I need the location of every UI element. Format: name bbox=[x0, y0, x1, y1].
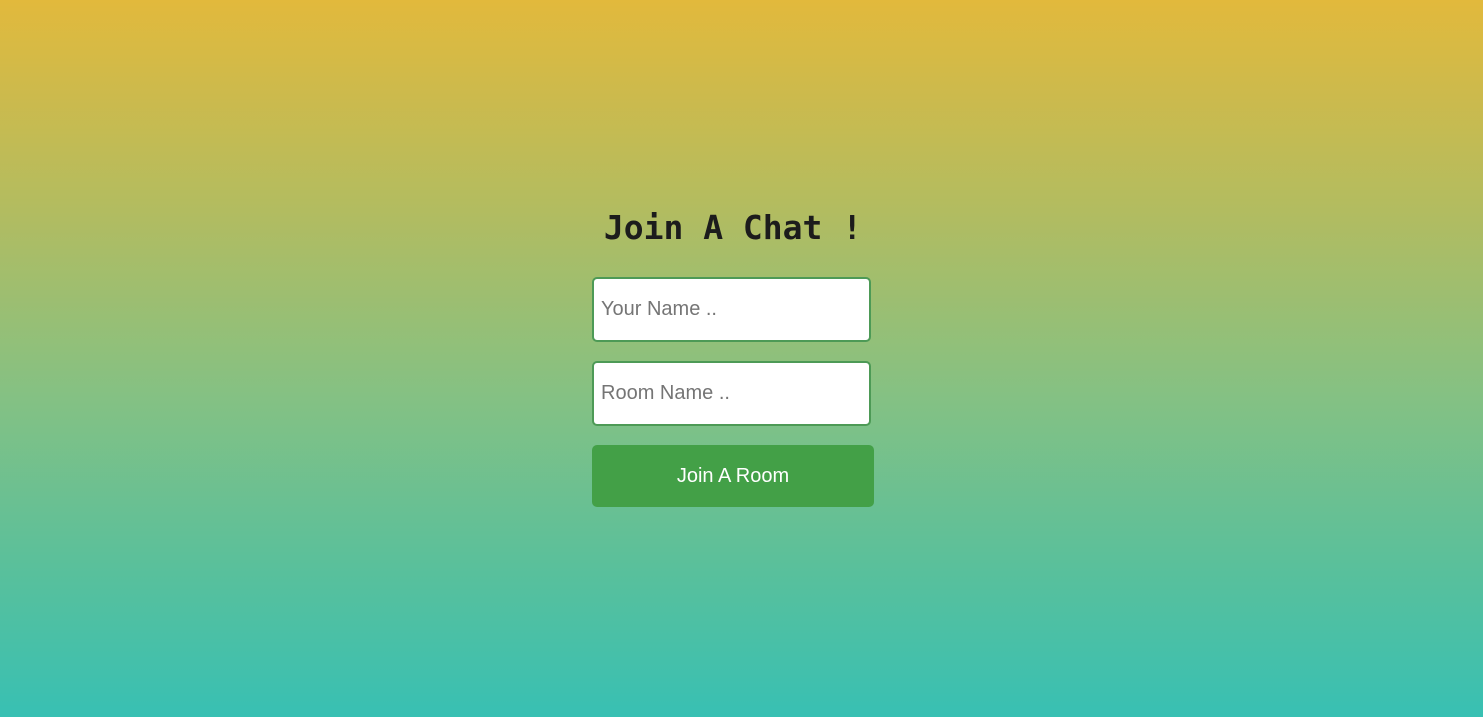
join-chat-form: Join A Chat ! Join A Room bbox=[592, 206, 874, 507]
join-room-button[interactable]: Join A Room bbox=[592, 445, 874, 507]
your-name-input[interactable] bbox=[592, 277, 871, 342]
page-title: Join A Chat ! bbox=[603, 208, 863, 247]
room-name-input[interactable] bbox=[592, 361, 871, 426]
